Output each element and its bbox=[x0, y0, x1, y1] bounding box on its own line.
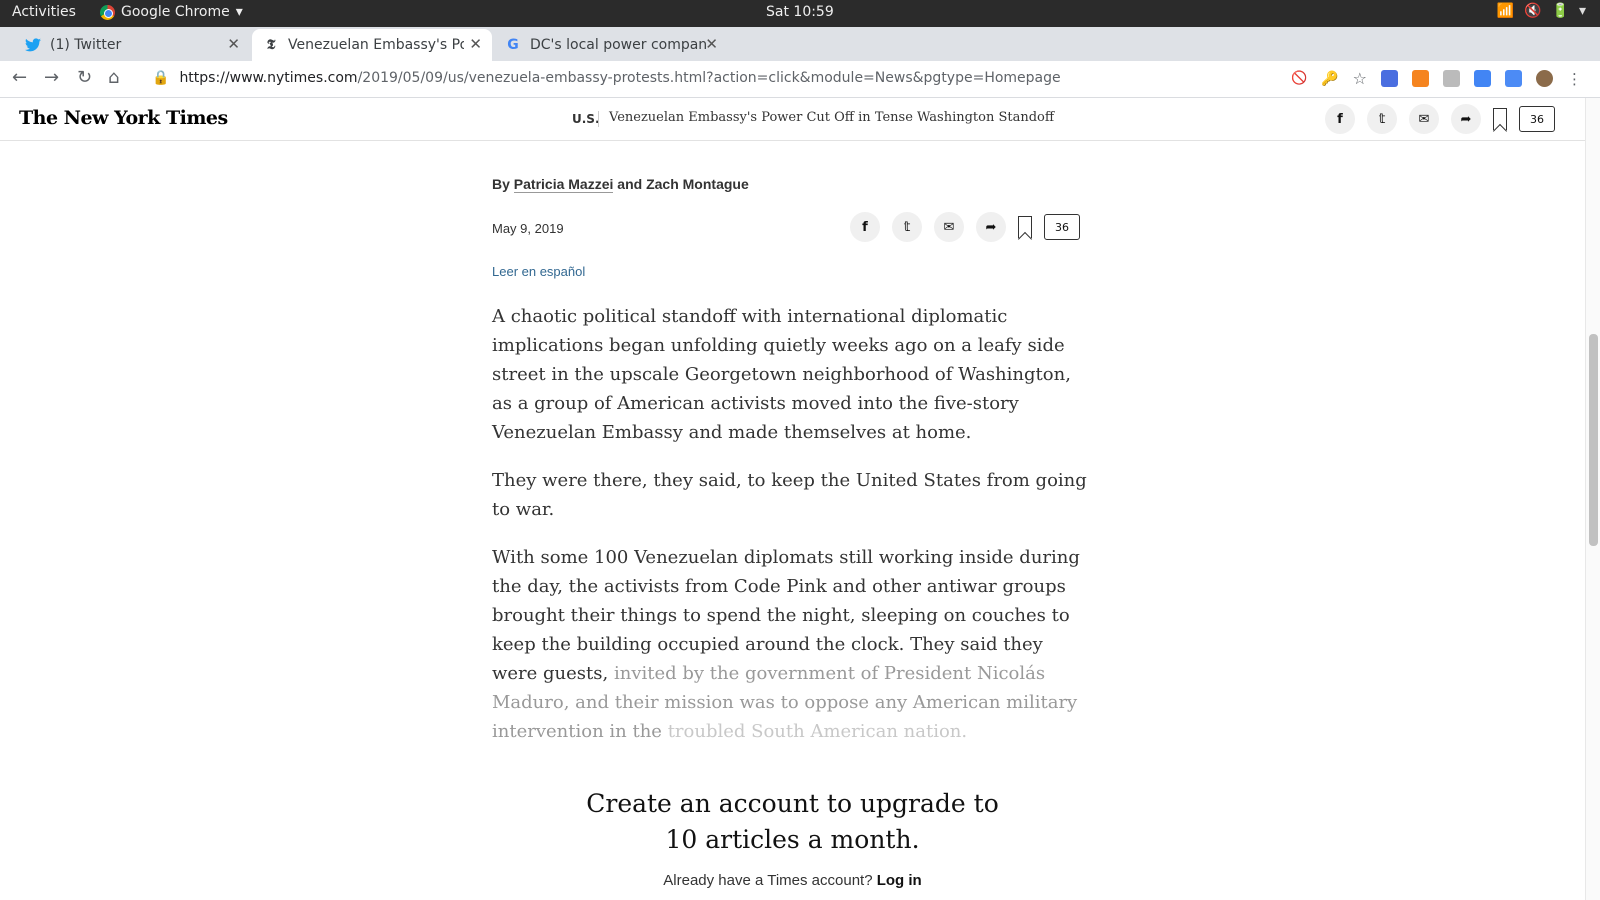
publish-date: May 9, 2019 bbox=[492, 221, 564, 236]
tab-nyt-article[interactable]: 𝕿 Venezuelan Embassy's Po ✕ bbox=[252, 29, 492, 61]
system-top-bar: Activities Google Chrome ▾ Sat 10:59 📶 🔇… bbox=[0, 0, 1600, 27]
comments-button[interactable]: 36 bbox=[1044, 214, 1080, 240]
url-path: /2019/05/09/us/venezuela-embassy-protest… bbox=[357, 70, 1061, 86]
paragraph: With some 100 Venezuelan diplomats still… bbox=[492, 543, 1092, 746]
facebook-icon[interactable]: f bbox=[850, 212, 880, 242]
bookmark-icon[interactable] bbox=[1493, 108, 1507, 130]
paywall-heading-line1: Create an account to upgrade to bbox=[586, 789, 999, 818]
tab-title: DC's local power compan bbox=[530, 37, 706, 53]
close-icon[interactable]: ✕ bbox=[227, 35, 240, 53]
scrollbar-thumb[interactable] bbox=[1589, 334, 1598, 546]
share-icon[interactable]: ➦ bbox=[1451, 104, 1481, 134]
clock[interactable]: Sat 10:59 bbox=[766, 4, 834, 20]
email-icon[interactable]: ✉ bbox=[934, 212, 964, 242]
twitter-icon[interactable]: 𝕥 bbox=[1367, 104, 1397, 134]
paragraph: A chaotic political standoff with intern… bbox=[492, 306, 1071, 443]
blocked-icon[interactable]: 🚫 bbox=[1291, 71, 1307, 86]
back-icon[interactable]: ← bbox=[12, 67, 27, 88]
translate-icon[interactable] bbox=[1505, 70, 1522, 87]
volume-icon: 🔇 bbox=[1524, 3, 1542, 19]
lock-icon: 🔒 bbox=[152, 70, 170, 86]
nyt-icon: 𝕿 bbox=[266, 37, 276, 53]
extension-graduation-icon[interactable] bbox=[1381, 70, 1398, 87]
nyt-logo[interactable]: The New York Times bbox=[19, 107, 228, 129]
email-icon[interactable]: ✉ bbox=[1409, 104, 1439, 134]
paywall-heading-line2: 10 articles a month. bbox=[665, 825, 920, 854]
browser-toolbar: ← → ↻ ⌂ 🔒 https://www.nytimes.com/2019/0… bbox=[0, 61, 1600, 98]
author-link[interactable]: Patricia Mazzei bbox=[513, 176, 614, 193]
article-share-tools: f 𝕥 ✉ ➦ 36 bbox=[850, 212, 1080, 242]
spanish-version-link[interactable]: Leer en español bbox=[492, 264, 585, 279]
google-icon: G bbox=[507, 37, 519, 53]
header-share-tools: f 𝕥 ✉ ➦ 36 bbox=[1325, 104, 1555, 134]
battery-icon: 🔋 bbox=[1551, 3, 1569, 19]
section-link[interactable]: U.S. bbox=[572, 112, 600, 126]
tab-strip: (1) Twitter ✕ 𝕿 Venezuelan Embassy's Po … bbox=[0, 27, 1600, 82]
tab-twitter[interactable]: (1) Twitter ✕ bbox=[14, 29, 250, 61]
extensions-area: 🚫 🔑 ☆ ⋮ bbox=[1291, 69, 1582, 88]
app-name: Google Chrome bbox=[121, 4, 230, 20]
chevron-down-icon: ▾ bbox=[1578, 3, 1586, 19]
login-prompt: Already have a Times account? Log in bbox=[0, 872, 1585, 889]
login-prompt-text: Already have a Times account? bbox=[663, 872, 873, 889]
paragraph: They were there, they said, to keep the … bbox=[492, 470, 1087, 520]
extension-puzzle-icon[interactable] bbox=[1443, 70, 1460, 87]
share-icon[interactable]: ➦ bbox=[976, 212, 1006, 242]
wifi-icon: 📶 bbox=[1496, 3, 1515, 19]
bookmark-icon[interactable] bbox=[1018, 216, 1032, 238]
tab-google-search[interactable]: G DC's local power compan ✕ bbox=[494, 29, 728, 61]
article-body: A chaotic political standoff with intern… bbox=[492, 302, 1092, 765]
login-link[interactable]: Log in bbox=[877, 872, 922, 889]
rss-icon[interactable] bbox=[1412, 70, 1429, 87]
header-headline: Venezuelan Embassy's Power Cut Off in Te… bbox=[609, 110, 1055, 125]
key-icon[interactable]: 🔑 bbox=[1321, 71, 1338, 87]
byline: By Patricia Mazzei and Zach Montague bbox=[492, 176, 749, 193]
byline-and: and bbox=[617, 176, 643, 192]
home-icon[interactable]: ⌂ bbox=[108, 67, 119, 88]
tab-title: Venezuelan Embassy's Po bbox=[288, 37, 464, 53]
nyt-header: The New York Times U.S. Venezuelan Embas… bbox=[0, 98, 1585, 141]
divider bbox=[598, 111, 599, 127]
app-menu[interactable]: Google Chrome ▾ bbox=[100, 4, 243, 20]
page-scrollbar[interactable] bbox=[1585, 98, 1600, 900]
byline-prefix: By bbox=[492, 176, 510, 192]
more-menu-icon[interactable]: ⋮ bbox=[1567, 70, 1582, 88]
forward-icon[interactable]: → bbox=[44, 67, 59, 88]
reload-icon[interactable]: ↻ bbox=[77, 67, 92, 88]
facebook-icon[interactable]: f bbox=[1325, 104, 1355, 134]
twitter-icon[interactable]: 𝕥 bbox=[892, 212, 922, 242]
chevron-down-icon: ▾ bbox=[235, 4, 243, 20]
author-name: Zach Montague bbox=[646, 176, 749, 192]
star-icon[interactable]: ☆ bbox=[1353, 69, 1367, 88]
chrome-icon bbox=[100, 4, 115, 20]
activities-button[interactable]: Activities bbox=[12, 4, 76, 20]
tab-title: (1) Twitter bbox=[50, 37, 122, 53]
avatar[interactable] bbox=[1536, 70, 1553, 87]
comments-button[interactable]: 36 bbox=[1519, 106, 1555, 132]
paywall-prompt: Create an account to upgrade to 10 artic… bbox=[0, 786, 1585, 889]
system-tray[interactable]: 📶 🔇 🔋 ▾ bbox=[1497, 3, 1586, 19]
url-host: https://www.nytimes.com bbox=[179, 70, 358, 86]
paragraph-text-faded: troubled South American nation. bbox=[667, 721, 968, 742]
address-bar[interactable]: 🔒 https://www.nytimes.com/2019/05/09/us/… bbox=[152, 70, 1061, 86]
close-icon[interactable]: ✕ bbox=[705, 35, 718, 53]
twitter-icon bbox=[24, 36, 42, 54]
close-icon[interactable]: ✕ bbox=[469, 35, 482, 53]
camera-icon[interactable] bbox=[1474, 70, 1491, 87]
